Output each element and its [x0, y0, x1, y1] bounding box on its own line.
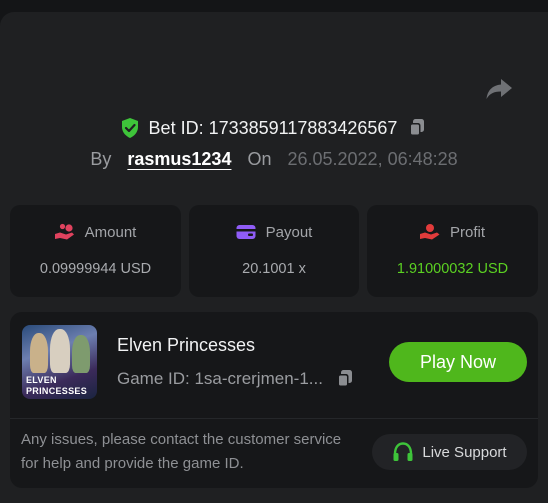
stat-value: 20.1001 x — [242, 261, 306, 277]
game-id-row: Game ID: 1sa-crerjmen-1... — [117, 369, 355, 389]
headset-icon — [393, 442, 413, 461]
game-card: ELVEN PRINCESSES Elven Princesses Game I… — [10, 312, 538, 488]
divider — [10, 418, 538, 419]
game-title: Elven Princesses — [117, 335, 256, 355]
live-support-button[interactable]: Live Support — [372, 434, 527, 470]
stat-card-payout: Payout 20.1001 x — [189, 205, 359, 297]
copy-icon[interactable] — [407, 118, 427, 138]
share-icon[interactable] — [485, 76, 513, 102]
thumbnail-title-line-2: PRINCESSES — [26, 386, 88, 396]
bet-id: Bet ID: 1733859117883426567 — [148, 117, 398, 138]
stat-card-profit: Profit 1.91000032 USD — [367, 205, 538, 297]
play-now-button[interactable]: Play Now — [389, 342, 527, 382]
stat-label: Payout — [265, 223, 313, 241]
bet-meta-row: By rasmus1234 On 26.05.2022, 06:48:28 — [0, 148, 548, 170]
help-text: Any issues, please contact the customer … — [21, 431, 342, 472]
hand-coin-icon — [419, 224, 440, 240]
live-support-label: Live Support — [422, 443, 507, 461]
shield-check-icon — [121, 118, 138, 138]
on-label: On — [247, 148, 272, 169]
game-id: Game ID: 1sa-crerjmen-1... — [117, 369, 323, 388]
by-label: By — [90, 148, 112, 169]
game-thumbnail[interactable]: ELVEN PRINCESSES — [22, 325, 97, 399]
stat-value: 1.91000032 USD — [396, 261, 509, 277]
coins-hand-icon — [54, 223, 74, 240]
stat-card-amount: Amount 0.09999944 USD — [10, 205, 181, 297]
copy-game-id-icon[interactable] — [335, 369, 355, 389]
stat-label: Profit — [449, 223, 485, 241]
bet-id-row: Bet ID: 1733859117883426567 — [0, 116, 548, 140]
stat-value: 0.09999944 USD — [39, 261, 152, 277]
username-link[interactable]: rasmus1234 — [127, 149, 231, 170]
thumbnail-title-line-1: ELVEN — [26, 375, 57, 385]
bet-datetime: 26.05.2022, 06:48:28 — [287, 148, 458, 169]
wallet-icon — [236, 225, 256, 239]
stat-label: Amount — [84, 223, 137, 241]
